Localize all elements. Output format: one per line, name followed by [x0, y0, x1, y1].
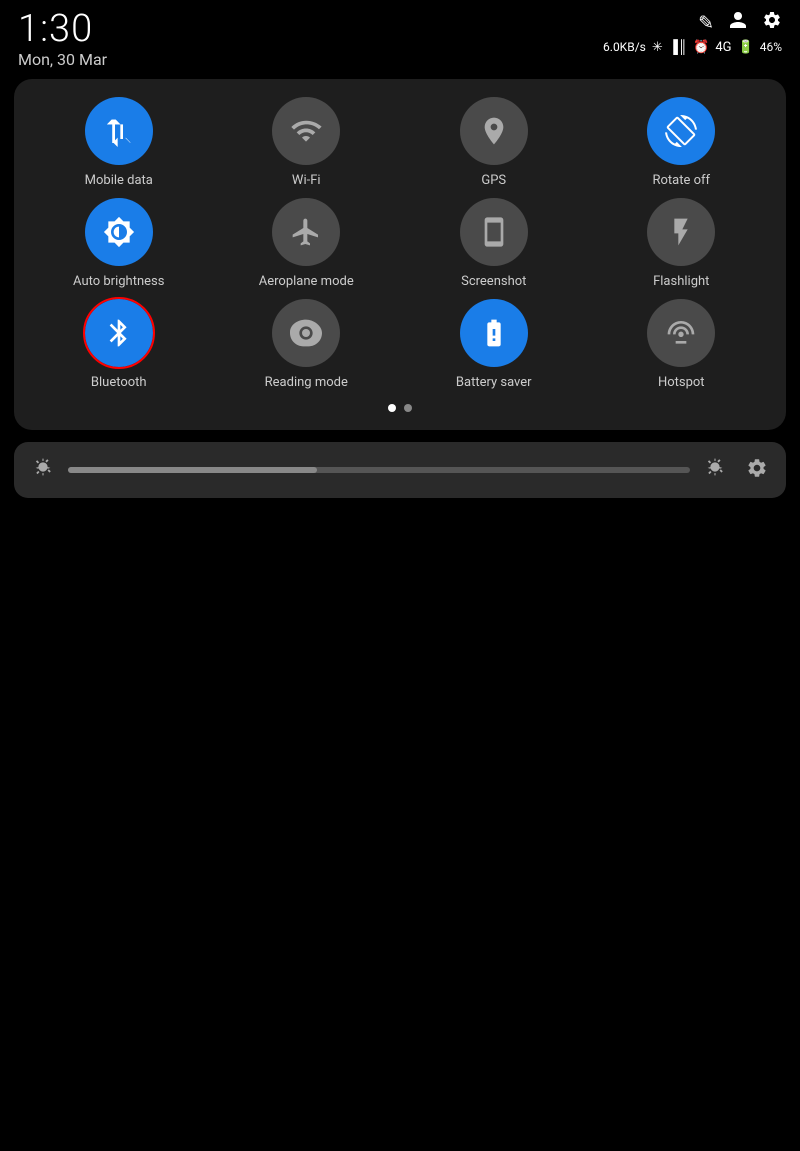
- quick-settings-grid: Mobile data Wi-Fi GPS Rotate off Auto bright…: [28, 97, 772, 390]
- bottom-status-icons: 6.0KB/s ✳ ▐║ ⏰ 4G 🔋 46%: [603, 39, 782, 55]
- qs-label-auto-brightness: Auto brightness: [73, 274, 164, 289]
- signal-icon: ▐║: [669, 39, 687, 55]
- top-status-icons: ✎: [698, 10, 782, 35]
- qs-label-wifi: Wi-Fi: [292, 173, 321, 188]
- brightness-high-icon: [704, 456, 726, 484]
- qs-item-aeroplane-mode[interactable]: Aeroplane mode: [216, 198, 398, 289]
- qs-item-flashlight[interactable]: Flashlight: [591, 198, 773, 289]
- qs-item-gps[interactable]: GPS: [403, 97, 585, 188]
- battery-percent: 46%: [760, 40, 782, 54]
- quick-settings-panel: Mobile data Wi-Fi GPS Rotate off Auto bright…: [14, 79, 786, 430]
- qs-icon-auto-brightness: [85, 198, 153, 266]
- brightness-low-icon: [32, 456, 54, 484]
- qs-icon-battery-saver: [460, 299, 528, 367]
- qs-icon-reading-mode: [272, 299, 340, 367]
- alarm-icon: ⏰: [693, 40, 709, 55]
- qs-icon-bluetooth: [85, 299, 153, 367]
- qs-icon-wifi: [272, 97, 340, 165]
- qs-item-bluetooth[interactable]: Bluetooth: [28, 299, 210, 390]
- qs-icon-rotate-off: [647, 97, 715, 165]
- bluetooth-status-icon: ✳: [652, 40, 663, 55]
- qs-item-mobile-data[interactable]: Mobile data: [28, 97, 210, 188]
- date: Mon, 30 Mar: [18, 50, 107, 69]
- qs-icon-screenshot: [460, 198, 528, 266]
- qs-label-aeroplane-mode: Aeroplane mode: [259, 274, 354, 289]
- status-bar: 1:30 Mon, 30 Mar ✎ 6.0KB/s ✳ ▐║ ⏰ 4G 🔋 4…: [0, 0, 800, 75]
- qs-item-auto-brightness[interactable]: Auto brightness: [28, 198, 210, 289]
- page-dots: [28, 404, 772, 412]
- time-block: 1:30 Mon, 30 Mar: [18, 10, 107, 69]
- qs-item-battery-saver[interactable]: Battery saver: [403, 299, 585, 390]
- brightness-fill: [68, 467, 317, 473]
- dot-1: [388, 404, 396, 412]
- qs-item-hotspot[interactable]: Hotspot: [591, 299, 773, 390]
- qs-label-bluetooth: Bluetooth: [91, 375, 147, 390]
- status-icons: ✎ 6.0KB/s ✳ ▐║ ⏰ 4G 🔋 46%: [603, 10, 782, 55]
- qs-icon-flashlight: [647, 198, 715, 266]
- qs-icon-gps: [460, 97, 528, 165]
- qs-icon-aeroplane-mode: [272, 198, 340, 266]
- settings-brightness-icon[interactable]: [746, 457, 768, 483]
- qs-item-reading-mode[interactable]: Reading mode: [216, 299, 398, 390]
- qs-item-screenshot[interactable]: Screenshot: [403, 198, 585, 289]
- qs-icon-mobile-data: [85, 97, 153, 165]
- brightness-row[interactable]: [14, 442, 786, 498]
- dot-2: [404, 404, 412, 412]
- qs-label-reading-mode: Reading mode: [265, 375, 348, 390]
- qs-item-rotate-off[interactable]: Rotate off: [591, 97, 773, 188]
- qs-label-hotspot: Hotspot: [658, 375, 705, 390]
- clock: 1:30: [18, 10, 107, 48]
- qs-icon-hotspot: [647, 299, 715, 367]
- qs-label-flashlight: Flashlight: [653, 274, 709, 289]
- battery-icon: 🔋: [738, 40, 754, 55]
- qs-label-mobile-data: Mobile data: [85, 173, 153, 188]
- qs-item-wifi[interactable]: Wi-Fi: [216, 97, 398, 188]
- qs-label-gps: GPS: [481, 173, 506, 188]
- qs-label-rotate-off: Rotate off: [652, 173, 710, 188]
- pencil-icon: ✎: [698, 11, 714, 34]
- qs-label-screenshot: Screenshot: [461, 274, 526, 289]
- account-icon: [728, 10, 748, 35]
- brightness-slider[interactable]: [68, 467, 690, 473]
- qs-label-battery-saver: Battery saver: [456, 375, 532, 390]
- network-icon: 4G: [715, 40, 731, 55]
- speed-indicator: 6.0KB/s: [603, 40, 646, 54]
- settings-icon[interactable]: [762, 10, 782, 35]
